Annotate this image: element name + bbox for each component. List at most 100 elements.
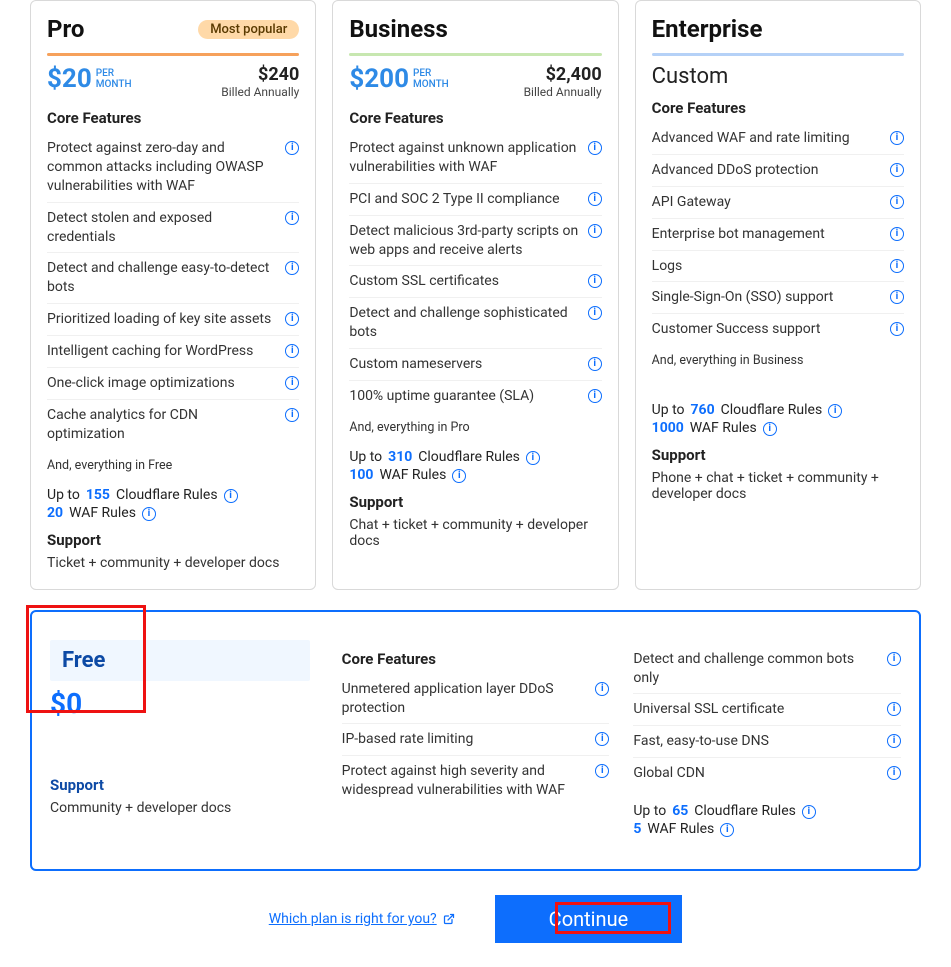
support-heading: Support [50, 776, 318, 794]
info-icon[interactable]: i [890, 195, 904, 209]
accent-bar [349, 53, 601, 56]
feature-item: Advanced WAF and rate limitingi [652, 123, 904, 155]
info-icon[interactable]: i [452, 469, 466, 483]
info-icon[interactable]: i [887, 702, 901, 716]
support-text: Community + developer docs [50, 800, 318, 816]
continue-button[interactable]: Continue [495, 895, 683, 943]
info-icon[interactable]: i [285, 408, 299, 422]
support-heading: Support [47, 531, 299, 549]
feature-list-free-left: Unmetered application layer DDoS protect… [342, 674, 610, 806]
info-icon[interactable]: i [588, 306, 602, 320]
waf-rules-line: 1000 WAF Rules i [652, 420, 904, 436]
plan-price-business: $200 PER MONTH [349, 64, 448, 94]
plan-name-pro: Pro [47, 15, 84, 43]
plan-name-enterprise: Enterprise [652, 15, 763, 43]
feature-item: Intelligent caching for WordPressi [47, 336, 299, 368]
core-features-heading: Core Features [47, 109, 299, 127]
feature-item: Detect malicious 3rd-party scripts on we… [349, 216, 601, 267]
info-icon[interactable]: i [224, 489, 238, 503]
info-icon[interactable]: i [285, 261, 299, 275]
waf-rules-line: 100 WAF Rules i [349, 467, 601, 483]
info-icon[interactable]: i [890, 259, 904, 273]
feature-item: Custom nameserversi [349, 349, 601, 381]
info-icon[interactable]: i [595, 732, 609, 746]
cloudflare-rules-line: Up to 65 Cloudflare Rules i [633, 803, 901, 819]
feature-item: Fast, easy-to-use DNSi [633, 726, 901, 758]
everything-note: And, everything in Pro [349, 420, 601, 435]
info-icon[interactable]: i [720, 823, 734, 837]
waf-rules-line: 20 WAF Rules i [47, 505, 299, 521]
support-heading: Support [652, 446, 904, 464]
everything-note: And, everything in Free [47, 458, 299, 473]
feature-item: Cache analytics for CDN optimizationi [47, 400, 299, 450]
plan-card-free-selected[interactable]: Free $0 Support Community + developer do… [30, 610, 921, 871]
info-icon[interactable]: i [887, 734, 901, 748]
feature-item: Detect and challenge common bots onlyi [633, 644, 901, 695]
which-plan-link[interactable]: Which plan is right for you? [269, 911, 455, 927]
feature-list-enterprise: Advanced WAF and rate limitingi Advanced… [652, 123, 904, 345]
info-icon[interactable]: i [285, 211, 299, 225]
info-icon[interactable]: i [588, 224, 602, 238]
feature-item: Custom SSL certificatesi [349, 266, 601, 298]
plan-card-enterprise[interactable]: Enterprise Custom Core Features Advanced… [635, 0, 921, 590]
support-heading: Support [349, 493, 601, 511]
feature-item: Advanced DDoS protectioni [652, 155, 904, 187]
info-icon[interactable]: i [595, 764, 609, 778]
feature-item: 100% uptime guarantee (SLA)i [349, 381, 601, 412]
info-icon[interactable]: i [890, 322, 904, 336]
support-text: Chat + ticket + community + developer do… [349, 517, 601, 549]
plan-price-pro: $20 PER MONTH [47, 64, 132, 94]
plan-card-business[interactable]: Business $200 PER MONTH $2,400 Billed An… [332, 0, 618, 590]
feature-list-free-right: Detect and challenge common bots onlyi U… [633, 644, 901, 789]
info-icon[interactable]: i [802, 805, 816, 819]
feature-list-business: Protect against unknown application vuln… [349, 133, 601, 412]
feature-item: IP-based rate limitingi [342, 724, 610, 756]
accent-bar [652, 53, 904, 56]
info-icon[interactable]: i [890, 131, 904, 145]
info-icon[interactable]: i [890, 163, 904, 177]
core-features-heading: Core Features [652, 99, 904, 117]
info-icon[interactable]: i [588, 389, 602, 403]
info-icon[interactable]: i [588, 357, 602, 371]
accent-bar [47, 53, 299, 56]
external-link-icon [443, 913, 455, 925]
plan-name-free: Free [50, 640, 310, 681]
waf-rules-line: 5 WAF Rules i [633, 821, 901, 837]
feature-item: PCI and SOC 2 Type II compliancei [349, 184, 601, 216]
info-icon[interactable]: i [887, 766, 901, 780]
info-icon[interactable]: i [588, 141, 602, 155]
info-icon[interactable]: i [828, 404, 842, 418]
feature-item: Detect and challenge sophisticated botsi [349, 298, 601, 349]
feature-item: Single-Sign-On (SSO) supporti [652, 282, 904, 314]
info-icon[interactable]: i [526, 451, 540, 465]
info-icon[interactable]: i [890, 227, 904, 241]
cloudflare-rules-line: Up to 155 Cloudflare Rules i [47, 487, 299, 503]
info-icon[interactable]: i [285, 376, 299, 390]
plan-card-pro[interactable]: Pro Most popular $20 PER MONTH $240 Bill… [30, 0, 316, 590]
feature-list-pro: Protect against zero-day and common atta… [47, 133, 299, 450]
feature-item: Protect against high severity and widesp… [342, 756, 610, 806]
info-icon[interactable]: i [285, 141, 299, 155]
plan-price-free: $0 [50, 687, 318, 720]
info-icon[interactable]: i [763, 422, 777, 436]
info-icon[interactable]: i [285, 344, 299, 358]
feature-item: API Gatewayi [652, 187, 904, 219]
info-icon[interactable]: i [890, 290, 904, 304]
feature-item: Unmetered application layer DDoS protect… [342, 674, 610, 725]
cloudflare-rules-line: Up to 760 Cloudflare Rules i [652, 402, 904, 418]
support-text: Phone + chat + ticket + community + deve… [652, 470, 904, 502]
info-icon[interactable]: i [887, 652, 901, 666]
info-icon[interactable]: i [588, 274, 602, 288]
feature-item: One-click image optimizationsi [47, 368, 299, 400]
feature-item: Universal SSL certificatei [633, 694, 901, 726]
support-text: Ticket + community + developer docs [47, 555, 299, 571]
feature-item: Logsi [652, 251, 904, 283]
feature-item: Enterprise bot managementi [652, 219, 904, 251]
info-icon[interactable]: i [285, 312, 299, 326]
annual-price-pro: $240 Billed Annually [221, 64, 299, 99]
info-icon[interactable]: i [588, 192, 602, 206]
info-icon[interactable]: i [142, 507, 156, 521]
info-icon[interactable]: i [595, 682, 609, 696]
feature-item: Detect and challenge easy-to-detect bots… [47, 253, 299, 304]
core-features-heading: Core Features [349, 109, 601, 127]
